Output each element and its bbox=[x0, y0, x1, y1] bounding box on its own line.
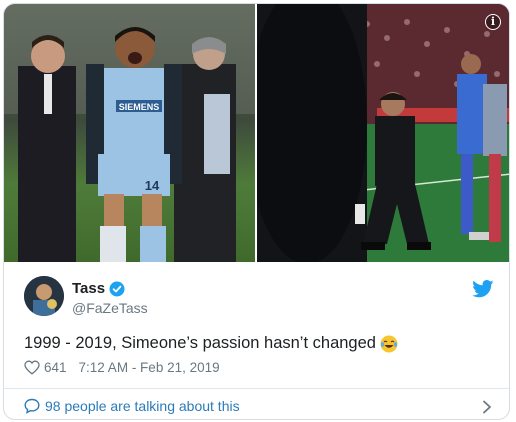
verified-badge-icon bbox=[109, 281, 125, 297]
display-name[interactable]: Tass bbox=[72, 280, 105, 297]
photo-1999-celebration[interactable]: SIEMENS 14 bbox=[4, 4, 255, 262]
author-block[interactable]: Tass @FaZeTass bbox=[72, 280, 148, 316]
twitter-bird-icon[interactable] bbox=[472, 280, 494, 298]
jersey-sponsor-text: SIEMENS bbox=[119, 102, 160, 112]
talking-count-label[interactable]: 98 people are talking about this bbox=[45, 398, 240, 414]
tweet-text-body: 1999 - 2019, Simeone’s passion hasn’t ch… bbox=[24, 334, 376, 352]
tweet-timestamp[interactable]: 7:12 AM - Feb 21, 2019 bbox=[79, 360, 220, 375]
tweet-header: Tass @FaZeTass bbox=[24, 276, 494, 318]
info-icon[interactable]: i bbox=[485, 14, 501, 30]
tweet-text: 1999 - 2019, Simeone’s passion hasn’t ch… bbox=[24, 334, 398, 353]
embedded-tweet-card[interactable]: SIEMENS 14 i Tass @FaZeTass 1999 - 2019,… bbox=[3, 3, 510, 420]
heart-icon[interactable] bbox=[24, 360, 40, 375]
user-handle[interactable]: @FaZeTass bbox=[72, 300, 148, 316]
avatar[interactable] bbox=[24, 276, 64, 316]
tweet-media[interactable]: SIEMENS 14 i bbox=[4, 4, 509, 262]
tweet-meta: 641 7:12 AM - Feb 21, 2019 bbox=[24, 360, 220, 375]
face-with-tears-of-joy-icon bbox=[380, 335, 398, 353]
photo-2019-celebration[interactable] bbox=[257, 4, 509, 262]
chevron-right-icon[interactable] bbox=[482, 400, 492, 414]
like-count[interactable]: 641 bbox=[44, 360, 67, 375]
conversation-link[interactable]: 98 people are talking about this bbox=[24, 392, 494, 419]
jersey-number-text: 14 bbox=[145, 178, 160, 193]
speech-bubble-icon bbox=[24, 398, 40, 414]
divider bbox=[4, 388, 509, 389]
